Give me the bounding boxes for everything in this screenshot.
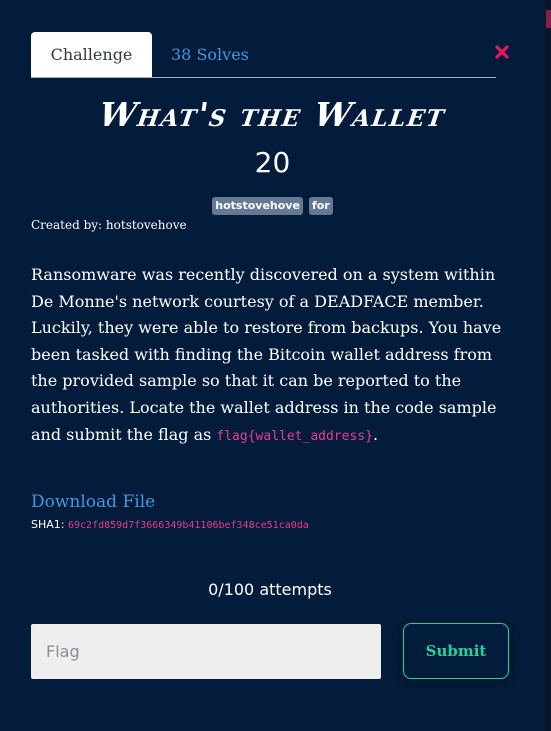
close-icon[interactable] <box>495 44 509 59</box>
attempts-counter: 0/100 attempts <box>208 580 332 599</box>
challenge-modal: Challenge 38 Solves What's the Wallet 20… <box>0 0 545 731</box>
sha-value: 69c2fd859d7f3666349b41106bef348ce51ca0da <box>67 520 309 531</box>
flag-format-code: flag{wallet_address} <box>216 428 373 444</box>
download-file-link[interactable]: Download File <box>31 492 155 512</box>
tab-solves[interactable]: 38 Solves <box>171 32 249 77</box>
modal-tabs: Challenge 38 Solves <box>31 32 496 78</box>
description-end: . <box>372 424 379 444</box>
tag-badge: hotstovehove <box>212 197 303 215</box>
sha-label: SHA1: <box>31 518 65 531</box>
page-edge-accent <box>546 10 551 28</box>
tab-challenge[interactable]: Challenge <box>31 32 152 77</box>
description-text: Ransomware was recently discovered on a … <box>31 265 502 444</box>
submit-button[interactable]: Submit <box>403 623 509 679</box>
file-sha1: SHA1: 69c2fd859d7f3666349b41106bef348ce5… <box>31 518 309 531</box>
challenge-author: Created by: hotstovehove <box>31 218 187 232</box>
tag-badge: for <box>308 197 333 215</box>
flag-input[interactable] <box>31 624 381 679</box>
challenge-points: 20 <box>254 146 291 179</box>
challenge-title: What's the Wallet <box>96 95 449 134</box>
challenge-tags: hotstovehove for <box>0 197 545 215</box>
challenge-description: Ransomware was recently discovered on a … <box>31 262 515 450</box>
